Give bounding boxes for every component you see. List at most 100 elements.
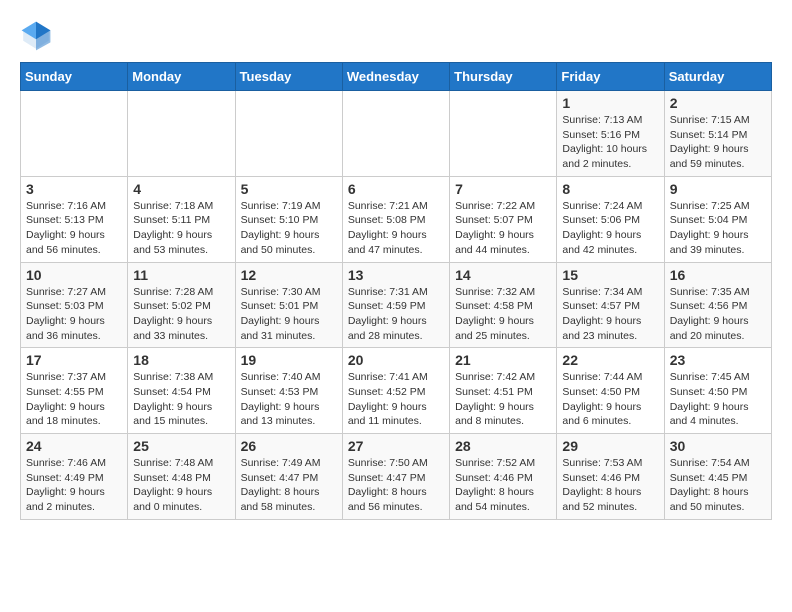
day-cell: 3Sunrise: 7:16 AM Sunset: 5:13 PM Daylig… [21, 176, 128, 262]
day-cell: 23 Sunrise: 7:45 AM Sunset: 4:50 PM Dayli… [664, 348, 771, 434]
calendar: SundayMondayTuesdayWednesdayThursdayFrid… [20, 62, 772, 520]
day-number: 15 [562, 267, 658, 283]
day-number: 5 [241, 181, 337, 197]
day-number: 26 [241, 438, 337, 454]
week-row-0: 1 Sunrise: 7:13 AM Sunset: 5:16 PM Daylig… [21, 91, 772, 177]
day-cell: 29 Sunrise: 7:53 AM Sunset: 4:46 PM Dayli… [557, 434, 664, 520]
day-number: 13 [348, 267, 444, 283]
day-info: Sunrise: 7:34 AM Sunset: 4:57 PM Dayligh… [562, 285, 658, 344]
logo-icon [20, 20, 52, 52]
day-number: 14 [455, 267, 551, 283]
day-cell: 2 Sunrise: 7:15 AM Sunset: 5:14 PM Daylig… [664, 91, 771, 177]
day-cell: 4 Sunrise: 7:18 AM Sunset: 5:11 PM Daylig… [128, 176, 235, 262]
header-wednesday: Wednesday [342, 63, 449, 91]
day-cell: 27 Sunrise: 7:50 AM Sunset: 4:47 PM Dayli… [342, 434, 449, 520]
day-cell: 5 Sunrise: 7:19 AM Sunset: 5:10 PM Daylig… [235, 176, 342, 262]
day-info: Sunrise: 7:24 AM Sunset: 5:06 PM Dayligh… [562, 199, 658, 258]
day-number: 21 [455, 352, 551, 368]
header [20, 20, 772, 52]
day-info: Sunrise: 7:35 AM Sunset: 4:56 PM Dayligh… [670, 285, 766, 344]
day-cell: 24Sunrise: 7:46 AM Sunset: 4:49 PM Dayli… [21, 434, 128, 520]
day-info: Sunrise: 7:45 AM Sunset: 4:50 PM Dayligh… [670, 370, 766, 429]
day-info: Sunrise: 7:40 AM Sunset: 4:53 PM Dayligh… [241, 370, 337, 429]
day-cell: 22 Sunrise: 7:44 AM Sunset: 4:50 PM Dayli… [557, 348, 664, 434]
day-info: Sunrise: 7:44 AM Sunset: 4:50 PM Dayligh… [562, 370, 658, 429]
week-row-3: 17 Sunrise: 7:37 AM Sunset: 4:55 PM Dayli… [21, 348, 772, 434]
day-number: 6 [348, 181, 444, 197]
day-info: Sunrise: 7:31 AM Sunset: 4:59 PM Dayligh… [348, 285, 444, 344]
day-cell [21, 91, 128, 177]
day-info: Sunrise: 7:30 AM Sunset: 5:01 PM Dayligh… [241, 285, 337, 344]
day-number: 10 [26, 267, 122, 283]
day-info: Sunrise: 7:27 AM Sunset: 5:03 PM Dayligh… [26, 285, 122, 344]
day-cell [128, 91, 235, 177]
day-info: Sunrise: 7:15 AM Sunset: 5:14 PM Dayligh… [670, 113, 766, 172]
day-info: Sunrise: 7:18 AM Sunset: 5:11 PM Dayligh… [133, 199, 229, 258]
day-number: 16 [670, 267, 766, 283]
day-number: 19 [241, 352, 337, 368]
calendar-header: SundayMondayTuesdayWednesdayThursdayFrid… [21, 63, 772, 91]
day-cell: 11 Sunrise: 7:28 AM Sunset: 5:02 PM Dayli… [128, 262, 235, 348]
day-number: 3 [26, 181, 122, 197]
day-number: 2 [670, 95, 766, 111]
day-info: Sunrise: 7:49 AM Sunset: 4:47 PM Dayligh… [241, 456, 337, 515]
logo [20, 20, 56, 52]
day-cell: 14 Sunrise: 7:32 AM Sunset: 4:58 PM Dayli… [450, 262, 557, 348]
day-info: Sunrise: 7:50 AM Sunset: 4:47 PM Dayligh… [348, 456, 444, 515]
header-tuesday: Tuesday [235, 63, 342, 91]
day-number: 8 [562, 181, 658, 197]
calendar-body: 1 Sunrise: 7:13 AM Sunset: 5:16 PM Daylig… [21, 91, 772, 520]
day-cell: 20Sunrise: 7:41 AM Sunset: 4:52 PM Dayli… [342, 348, 449, 434]
day-cell [342, 91, 449, 177]
day-cell: 1 Sunrise: 7:13 AM Sunset: 5:16 PM Daylig… [557, 91, 664, 177]
week-row-2: 10 Sunrise: 7:27 AM Sunset: 5:03 PM Dayli… [21, 262, 772, 348]
header-row: SundayMondayTuesdayWednesdayThursdayFrid… [21, 63, 772, 91]
header-saturday: Saturday [664, 63, 771, 91]
day-cell: 25 Sunrise: 7:48 AM Sunset: 4:48 PM Dayli… [128, 434, 235, 520]
day-info: Sunrise: 7:53 AM Sunset: 4:46 PM Dayligh… [562, 456, 658, 515]
day-number: 20 [348, 352, 444, 368]
day-cell: 10 Sunrise: 7:27 AM Sunset: 5:03 PM Dayli… [21, 262, 128, 348]
day-info: Sunrise: 7:38 AM Sunset: 4:54 PM Dayligh… [133, 370, 229, 429]
day-number: 18 [133, 352, 229, 368]
day-info: Sunrise: 7:19 AM Sunset: 5:10 PM Dayligh… [241, 199, 337, 258]
header-monday: Monday [128, 63, 235, 91]
week-row-1: 3Sunrise: 7:16 AM Sunset: 5:13 PM Daylig… [21, 176, 772, 262]
day-info: Sunrise: 7:32 AM Sunset: 4:58 PM Dayligh… [455, 285, 551, 344]
day-number: 27 [348, 438, 444, 454]
day-cell: 28Sunrise: 7:52 AM Sunset: 4:46 PM Dayli… [450, 434, 557, 520]
day-number: 11 [133, 267, 229, 283]
header-thursday: Thursday [450, 63, 557, 91]
day-info: Sunrise: 7:13 AM Sunset: 5:16 PM Dayligh… [562, 113, 658, 172]
day-number: 9 [670, 181, 766, 197]
day-cell: 8 Sunrise: 7:24 AM Sunset: 5:06 PM Daylig… [557, 176, 664, 262]
day-info: Sunrise: 7:21 AM Sunset: 5:08 PM Dayligh… [348, 199, 444, 258]
day-info: Sunrise: 7:28 AM Sunset: 5:02 PM Dayligh… [133, 285, 229, 344]
day-cell: 7Sunrise: 7:22 AM Sunset: 5:07 PM Daylig… [450, 176, 557, 262]
day-cell: 16 Sunrise: 7:35 AM Sunset: 4:56 PM Dayli… [664, 262, 771, 348]
day-info: Sunrise: 7:48 AM Sunset: 4:48 PM Dayligh… [133, 456, 229, 515]
day-info: Sunrise: 7:25 AM Sunset: 5:04 PM Dayligh… [670, 199, 766, 258]
day-info: Sunrise: 7:42 AM Sunset: 4:51 PM Dayligh… [455, 370, 551, 429]
week-row-4: 24Sunrise: 7:46 AM Sunset: 4:49 PM Dayli… [21, 434, 772, 520]
day-number: 28 [455, 438, 551, 454]
day-number: 23 [670, 352, 766, 368]
day-number: 30 [670, 438, 766, 454]
day-info: Sunrise: 7:22 AM Sunset: 5:07 PM Dayligh… [455, 199, 551, 258]
day-info: Sunrise: 7:46 AM Sunset: 4:49 PM Dayligh… [26, 456, 122, 515]
header-sunday: Sunday [21, 63, 128, 91]
day-info: Sunrise: 7:37 AM Sunset: 4:55 PM Dayligh… [26, 370, 122, 429]
day-number: 22 [562, 352, 658, 368]
day-number: 25 [133, 438, 229, 454]
day-cell: 6 Sunrise: 7:21 AM Sunset: 5:08 PM Daylig… [342, 176, 449, 262]
day-cell: 17 Sunrise: 7:37 AM Sunset: 4:55 PM Dayli… [21, 348, 128, 434]
header-friday: Friday [557, 63, 664, 91]
day-cell: 18 Sunrise: 7:38 AM Sunset: 4:54 PM Dayli… [128, 348, 235, 434]
day-cell: 12Sunrise: 7:30 AM Sunset: 5:01 PM Dayli… [235, 262, 342, 348]
day-number: 4 [133, 181, 229, 197]
day-number: 17 [26, 352, 122, 368]
day-number: 1 [562, 95, 658, 111]
day-cell: 26 Sunrise: 7:49 AM Sunset: 4:47 PM Dayli… [235, 434, 342, 520]
day-number: 29 [562, 438, 658, 454]
day-cell [235, 91, 342, 177]
